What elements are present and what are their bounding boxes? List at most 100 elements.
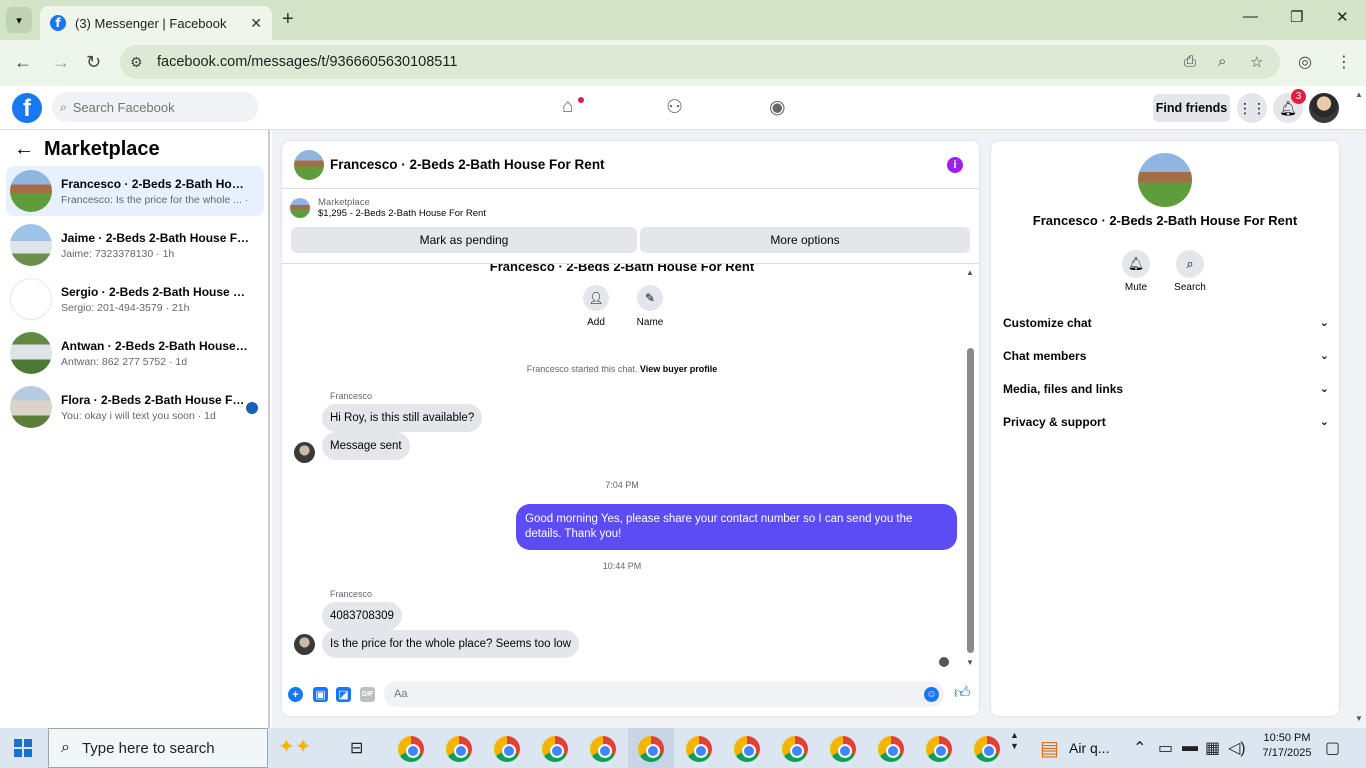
copilot-sparkle-icon[interactable]: ✦✦ <box>278 734 312 759</box>
groups-icon[interactable]: ◉ <box>769 96 786 119</box>
taskbar-clock[interactable]: 10:50 PM 7/17/2025 <box>1252 732 1322 759</box>
conversation-item[interactable]: Flora · 2-Beds 2-Bath House For ... You:… <box>6 382 264 432</box>
chrome-taskbar-icon[interactable] <box>398 736 424 762</box>
account-avatar[interactable] <box>1309 93 1339 123</box>
page-scroll-up-icon[interactable]: ▲ <box>1355 90 1363 99</box>
photo-icon[interactable]: ▣ <box>313 687 328 702</box>
chrome-taskbar-icon[interactable] <box>830 736 856 762</box>
incoming-message[interactable]: 4083708309 <box>322 602 402 630</box>
plus-icon[interactable]: + <box>288 687 303 702</box>
zoom-icon[interactable]: ⌕ <box>1218 53 1226 70</box>
scroll-up-icon[interactable]: ▲ <box>966 268 974 277</box>
search-in-chat-button[interactable]: ⌕ Search <box>1170 250 1210 293</box>
conversation-item[interactable]: Sergio · 2-Beds 2-Bath House For ... Ser… <box>6 274 264 324</box>
listing-thumbnail <box>10 386 52 428</box>
url-text[interactable]: facebook.com/messages/t/9366605630108511 <box>157 54 457 70</box>
chat-avatar[interactable] <box>294 149 324 180</box>
conversation-item[interactable]: Jaime · 2-Beds 2-Bath House For R... Jai… <box>6 220 264 270</box>
volume-icon[interactable]: ◁) <box>1228 738 1246 758</box>
reload-icon[interactable]: ↻ <box>86 52 101 73</box>
notification-center-icon[interactable]: ▢ <box>1325 738 1340 758</box>
sender-avatar[interactable] <box>294 442 315 463</box>
address-bar[interactable]: ⚙ facebook.com/messages/t/93666056301085… <box>120 45 1280 79</box>
chrome-taskbar-icon[interactable] <box>542 736 568 762</box>
chrome-menu-icon[interactable]: ⋮ <box>1336 52 1352 72</box>
forward-icon[interactable]: → <box>52 52 70 73</box>
chrome-taskbar-icon[interactable] <box>782 736 808 762</box>
info-icon[interactable]: i <box>947 157 963 173</box>
view-buyer-profile-link[interactable]: View buyer profile <box>640 364 717 374</box>
back-icon[interactable]: ← <box>14 52 32 73</box>
taskbar-search[interactable]: ⌕ Type here to search <box>48 728 268 768</box>
site-info-icon[interactable]: ⚙ <box>130 54 143 71</box>
incoming-message[interactable]: Is the price for the whole place? Seems … <box>322 630 579 658</box>
tab-search-button[interactable]: ▾ <box>6 7 32 33</box>
chevron-up-icon[interactable]: ⌃ <box>1133 738 1146 758</box>
message-thread[interactable]: Francesco · 2-Beds 2-Bath House For Rent… <box>282 263 979 671</box>
close-tab-icon[interactable]: ✕ <box>250 15 262 32</box>
meet-icon[interactable]: ▭ <box>1158 738 1173 758</box>
facebook-search-input[interactable] <box>72 99 243 115</box>
back-arrow-icon[interactable]: ← <box>14 138 34 161</box>
conversation-item[interactable]: Francesco · 2-Beds 2-Bath House F... Fra… <box>6 166 264 216</box>
facebook-logo-icon[interactable]: f <box>12 93 42 123</box>
chrome-taskbar-icon[interactable] <box>734 736 760 762</box>
chrome-taskbar-icon[interactable] <box>638 736 664 762</box>
chrome-taskbar-icon[interactable] <box>926 736 952 762</box>
more-options-button[interactable]: More options <box>640 227 970 253</box>
friends-icon[interactable]: ⚇ <box>666 96 683 119</box>
page-scroll-down-icon[interactable]: ▼ <box>1355 714 1363 723</box>
chat-members-section[interactable]: Chat members ⌄ <box>1003 349 1329 363</box>
media-files-links-section[interactable]: Media, files and links ⌄ <box>1003 382 1329 396</box>
listing-thumbnail <box>290 198 310 218</box>
chrome-taskbar-icon[interactable] <box>590 736 616 762</box>
name-chat-button[interactable]: ✎ Name <box>625 285 675 328</box>
chrome-taskbar-icon[interactable] <box>446 736 472 762</box>
menu-grid-icon[interactable]: ⋮⋮ <box>1237 93 1267 123</box>
bookmark-star-icon[interactable]: ☆ <box>1250 53 1263 71</box>
add-people-button[interactable]: 👤︎ Add <box>571 285 621 328</box>
air-quality-icon[interactable]: ▤ <box>1040 736 1059 761</box>
page-scrollbar[interactable]: ▲ ▼ <box>1353 90 1366 728</box>
sticker-icon[interactable]: ◪ <box>336 687 351 702</box>
message-input[interactable] <box>384 681 944 707</box>
browser-tab-messenger[interactable]: f (3) Messenger | Facebook ✕ <box>40 6 272 40</box>
restore-icon[interactable]: ❐ <box>1290 8 1303 26</box>
sender-avatar[interactable] <box>294 634 315 655</box>
thread-scrollbar[interactable]: ▲ ▼ <box>966 268 975 668</box>
incoming-message[interactable]: Hi Roy, is this still available? <box>322 404 483 432</box>
windows-start-icon[interactable] <box>14 739 32 757</box>
new-tab-button[interactable]: + <box>282 8 294 31</box>
network-icon[interactable]: ▦ <box>1205 738 1220 758</box>
install-app-icon[interactable]: ⎙ <box>1184 53 1196 70</box>
profile-icon[interactable]: ◎ <box>1298 52 1312 72</box>
incoming-message[interactable]: Message sent <box>322 432 410 460</box>
battery-icon[interactable]: ▬ <box>1182 738 1198 756</box>
chrome-taskbar-icon[interactable] <box>974 736 1000 762</box>
section-label: Media, files and links <box>1003 382 1124 396</box>
chrome-taskbar-icon[interactable] <box>878 736 904 762</box>
scroll-down-icon[interactable]: ▼ <box>966 658 974 667</box>
scroll-thumb[interactable] <box>967 348 974 653</box>
find-friends-button[interactable]: Find friends <box>1153 94 1230 122</box>
chat-title[interactable]: Francesco · 2-Beds 2-Bath House For Rent <box>330 157 605 172</box>
chrome-taskbar-icon[interactable] <box>494 736 520 762</box>
mark-as-pending-button[interactable]: Mark as pending <box>291 227 637 253</box>
taskbar-scroll-icon[interactable]: ▲ ▼ <box>1010 730 1019 752</box>
home-icon[interactable]: ⌂ <box>562 96 573 118</box>
weather-text[interactable]: Air q... <box>1069 740 1109 756</box>
thumbs-up-icon[interactable]: 👍︎ <box>954 684 971 703</box>
mute-button[interactable]: 🔔︎ Mute <box>1116 250 1156 293</box>
outgoing-message[interactable]: Good morning Yes, please share your cont… <box>516 504 957 550</box>
task-view-icon[interactable]: ⊟ <box>350 738 363 758</box>
chrome-taskbar-icon[interactable] <box>686 736 712 762</box>
minimize-icon[interactable]: — <box>1243 8 1258 25</box>
marketplace-listing-strip[interactable]: Marketplace $1,295 - 2-Beds 2-Bath House… <box>290 197 486 219</box>
privacy-support-section[interactable]: Privacy & support ⌄ <box>1003 415 1329 429</box>
close-window-icon[interactable]: ✕ <box>1336 8 1349 26</box>
emoji-icon[interactable]: ☺ <box>924 687 939 702</box>
facebook-search[interactable]: ⌕ <box>52 92 258 122</box>
customize-chat-section[interactable]: Customize chat ⌄ <box>1003 316 1329 330</box>
gif-icon[interactable]: GIF <box>360 687 375 702</box>
conversation-item[interactable]: Antwan · 2-Beds 2-Bath House For... Antw… <box>6 328 264 378</box>
